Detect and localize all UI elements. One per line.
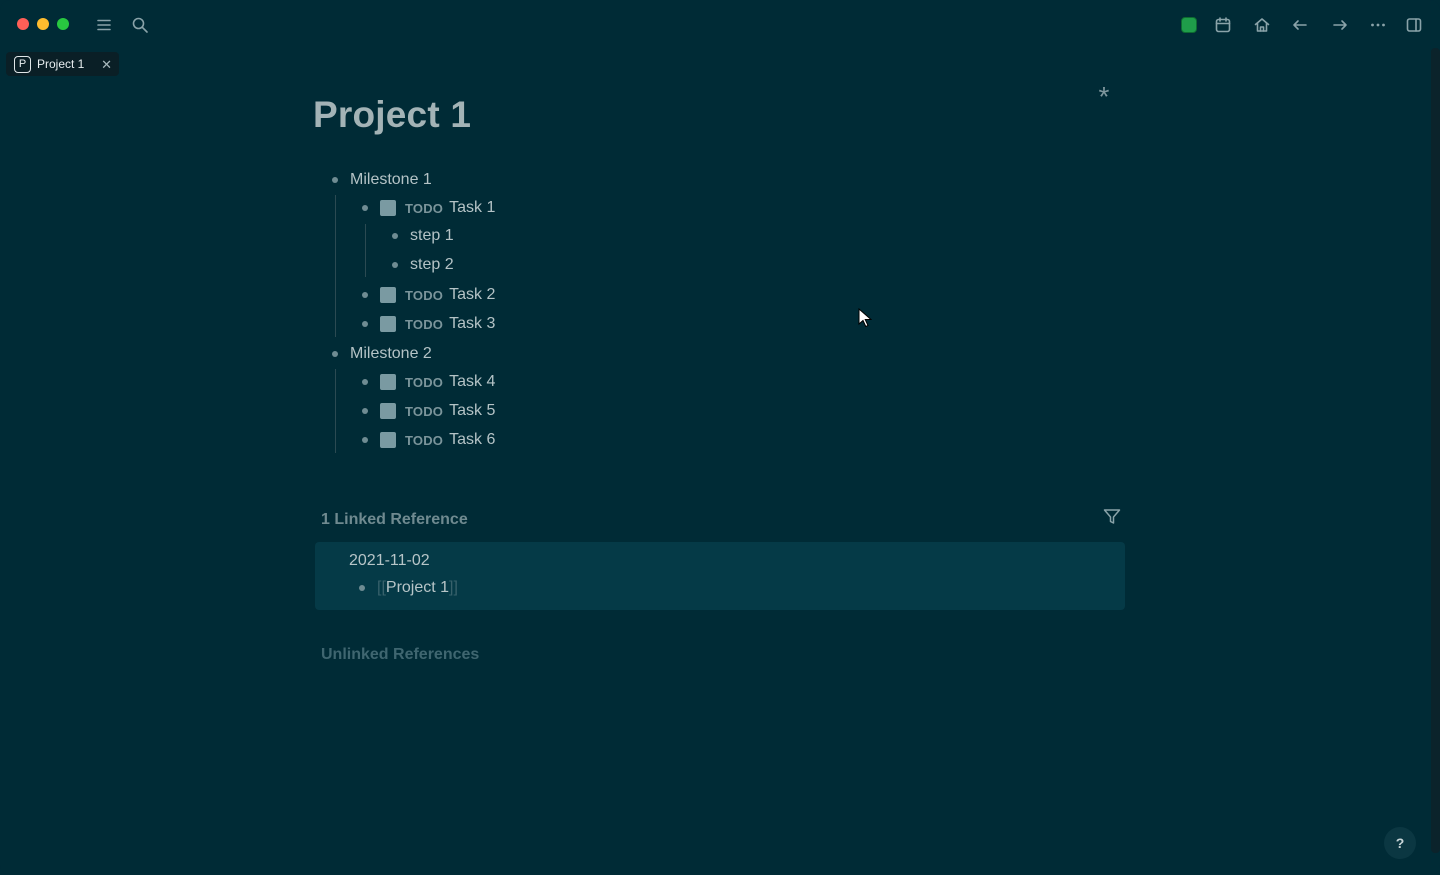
indent-guide	[365, 224, 366, 277]
todo-checkbox[interactable]	[380, 200, 396, 216]
outline-block-milestone-2[interactable]: Milestone 2	[332, 342, 432, 366]
block-text: step 2	[410, 256, 454, 273]
right-sidebar-toggle-icon[interactable]	[1402, 13, 1426, 37]
open-bracket: [[	[377, 579, 386, 596]
outline-block-step-1[interactable]: step 1	[392, 224, 454, 248]
bullet[interactable]	[392, 233, 398, 239]
reference-block[interactable]: [[ Project 1 ]]	[359, 576, 458, 600]
outline-block-step-2[interactable]: step 2	[392, 253, 454, 277]
page-badge-icon: P	[14, 55, 31, 73]
todo-marker: TODO	[405, 432, 444, 448]
block-text: Task 5	[449, 402, 496, 419]
bullet[interactable]	[362, 379, 368, 385]
back-arrow-icon[interactable]	[1288, 13, 1312, 37]
calendar-icon[interactable]	[1211, 13, 1235, 37]
todo-checkbox[interactable]	[380, 403, 396, 419]
indent-guide	[335, 369, 336, 453]
mouse-cursor-icon	[858, 308, 872, 328]
todo-checkbox[interactable]	[380, 316, 396, 332]
outline-block-task-5[interactable]: TODO Task 5	[362, 399, 495, 423]
linked-reference-card: 2021-11-02 [[ Project 1 ]]	[315, 542, 1125, 610]
forward-arrow-icon[interactable]	[1328, 13, 1352, 37]
search-icon[interactable]	[128, 13, 152, 37]
close-bracket: ]]	[449, 579, 458, 596]
bullet[interactable]	[362, 437, 368, 443]
bullet[interactable]	[362, 321, 368, 327]
unlinked-references-title[interactable]: Unlinked References	[321, 646, 479, 664]
block-text: Milestone 1	[350, 171, 432, 188]
bullet[interactable]	[392, 262, 398, 268]
linked-references-title[interactable]: 1 Linked Reference	[321, 511, 468, 529]
page-reference-link[interactable]: Project 1	[386, 579, 449, 597]
todo-marker: TODO	[405, 403, 444, 419]
todo-checkbox[interactable]	[380, 374, 396, 390]
page-properties-icon[interactable]: *	[1093, 83, 1115, 111]
outline-block-task-3[interactable]: TODO Task 3	[362, 312, 495, 336]
help-button[interactable]: ?	[1384, 827, 1416, 859]
sync-status-icon[interactable]	[1181, 17, 1197, 33]
window-controls	[17, 18, 69, 30]
todo-marker: TODO	[405, 287, 444, 303]
maximize-window-button[interactable]	[57, 18, 69, 30]
todo-checkbox[interactable]	[380, 287, 396, 303]
bullet[interactable]	[362, 205, 368, 211]
todo-marker: TODO	[405, 374, 444, 390]
bullet[interactable]	[332, 351, 338, 357]
block-text: Task 2	[449, 286, 496, 303]
reference-page-date[interactable]: 2021-11-02	[349, 552, 430, 570]
outline-block-task-4[interactable]: TODO Task 4	[362, 370, 495, 394]
close-window-button[interactable]	[17, 18, 29, 30]
outline-block-task-2[interactable]: TODO Task 2	[362, 283, 495, 307]
bullet[interactable]	[332, 177, 338, 183]
bullet[interactable]	[359, 585, 365, 591]
todo-marker: TODO	[405, 200, 444, 216]
bullet[interactable]	[362, 292, 368, 298]
more-options-icon[interactable]	[1366, 13, 1390, 37]
bullet[interactable]	[362, 408, 368, 414]
block-text: Milestone 2	[350, 345, 432, 362]
filter-icon[interactable]	[1102, 507, 1124, 529]
block-text: Task 3	[449, 315, 496, 332]
block-text: Task 6	[449, 431, 496, 448]
outline-block-task-1[interactable]: TODO Task 1	[362, 196, 495, 220]
block-text: step 1	[410, 227, 454, 244]
tab-close-icon[interactable]: ✕	[101, 58, 112, 71]
block-text: Task 1	[449, 199, 496, 216]
home-icon[interactable]	[1250, 13, 1274, 37]
tab-label: Project 1	[37, 57, 85, 71]
outline-block-task-6[interactable]: TODO Task 6	[362, 428, 495, 452]
outline-block-milestone-1[interactable]: Milestone 1	[332, 168, 432, 192]
page-title[interactable]: Project 1	[313, 94, 471, 136]
todo-checkbox[interactable]	[380, 432, 396, 448]
todo-marker: TODO	[405, 316, 444, 332]
scrollbar[interactable]	[1431, 48, 1440, 853]
block-text: Task 4	[449, 373, 496, 390]
app-window: P Project 1 ✕ Project 1 * Milestone 1 TO…	[0, 0, 1440, 875]
sidebar-toggle-icon[interactable]	[92, 13, 116, 37]
tab-project-1[interactable]: P Project 1 ✕	[6, 52, 119, 76]
indent-guide	[335, 195, 336, 337]
minimize-window-button[interactable]	[37, 18, 49, 30]
